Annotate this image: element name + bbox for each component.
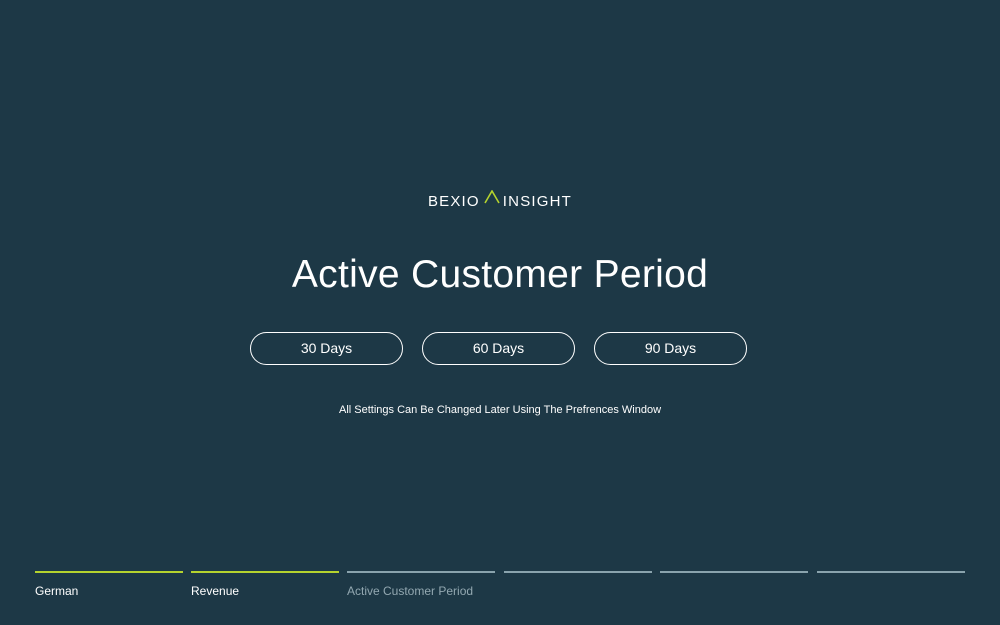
option-30-days-button[interactable]: 30 Days xyxy=(250,332,403,365)
step-active-customer-period: Active Customer Period xyxy=(347,571,495,599)
step-5 xyxy=(660,571,808,583)
settings-hint: All Settings Can Be Changed Later Using … xyxy=(338,404,662,416)
brand-logo: BEXIO INSIGHT xyxy=(0,189,1000,212)
brand-logo-left-text: BEXIO xyxy=(427,193,480,210)
step-label: German xyxy=(35,584,79,598)
step-revenue: Revenue xyxy=(191,571,339,599)
step-progress-bar xyxy=(817,571,965,573)
step-6 xyxy=(817,571,965,583)
page-title: Active Customer Period xyxy=(291,253,709,296)
option-90-days-button[interactable]: 90 Days xyxy=(594,332,747,365)
step-progress-bar xyxy=(504,571,652,573)
step-4 xyxy=(504,571,652,583)
option-60-days-button[interactable]: 60 Days xyxy=(422,332,575,365)
progress-steps: German Revenue Active Customer Period xyxy=(35,571,965,611)
period-options: 30 Days 60 Days 90 Days xyxy=(250,332,750,366)
step-label: Active Customer Period xyxy=(347,584,474,598)
brand-logo-right-text: INSIGHT xyxy=(502,193,573,210)
step-german: German xyxy=(35,571,183,599)
step-progress-bar xyxy=(347,571,495,573)
step-progress-bar xyxy=(660,571,808,573)
chevron-up-icon xyxy=(484,189,500,210)
step-label: Revenue xyxy=(191,584,240,598)
step-progress-bar xyxy=(35,571,183,573)
step-progress-bar xyxy=(191,571,339,573)
